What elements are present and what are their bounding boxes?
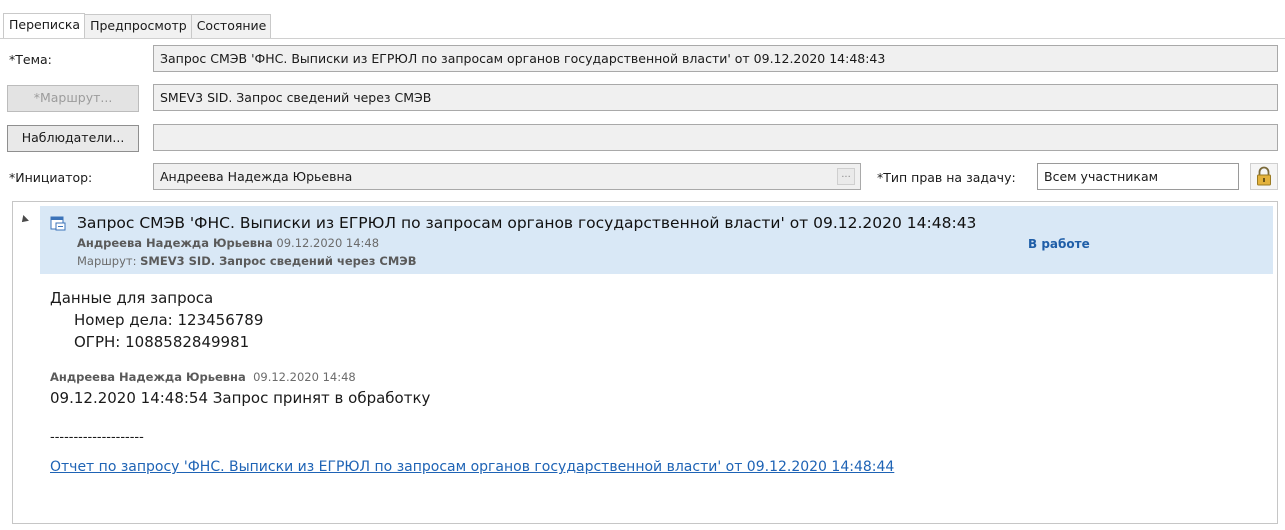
subject-field[interactable]: Запрос СМЭВ 'ФНС. Выписки из ЕГРЮЛ по за…: [153, 45, 1278, 72]
comment-separator: --------------------: [50, 430, 144, 445]
observers-button[interactable]: Наблюдатели...: [7, 125, 139, 152]
task-author-line: Андреева Надежда Юрьевна 09.12.2020 14:4…: [77, 236, 379, 250]
comment-text: 09.12.2020 14:48:54 Запрос принят в обра…: [50, 389, 431, 407]
report-link[interactable]: Отчет по запросу 'ФНС. Выписки из ЕГРЮЛ …: [50, 459, 894, 475]
tab-preview[interactable]: Предпросмотр: [84, 14, 192, 38]
tab-bar: Переписка Предпросмотр Состояние: [3, 13, 272, 39]
task-route-label: Маршрут:: [77, 254, 137, 268]
initiator-picker-button[interactable]: ...: [837, 168, 855, 185]
route-field[interactable]: SMEV3 SID. Запрос сведений через СМЭВ: [153, 84, 1278, 111]
lock-icon: [1257, 166, 1271, 186]
initiator-field[interactable]: Андреева Надежда Юрьевна ...: [153, 163, 861, 190]
task-author: Андреева Надежда Юрьевна: [77, 236, 273, 250]
task-date: 09.12.2020 14:48: [276, 236, 380, 250]
tab-correspondence[interactable]: Переписка: [3, 13, 86, 39]
task-window: Переписка Предпросмотр Состояние *Тема: …: [0, 0, 1285, 530]
rights-label: *Тип прав на задачу:: [877, 170, 1016, 185]
task-message-header[interactable]: Запрос СМЭВ 'ФНС. Выписки из ЕГРЮЛ по за…: [40, 206, 1273, 274]
subject-label: *Тема:: [9, 52, 52, 67]
observers-field[interactable]: [153, 124, 1278, 151]
request-case-number: Номер дела: 123456789: [74, 311, 264, 329]
comment-author-line: Андреева Надежда Юрьевна 09.12.2020 14:4…: [50, 370, 356, 384]
rights-field[interactable]: Всем участникам: [1037, 163, 1239, 190]
lock-button[interactable]: [1250, 163, 1278, 190]
tab-status[interactable]: Состояние: [190, 14, 272, 38]
task-route-value: SMEV3 SID. Запрос сведений через СМЭВ: [140, 254, 417, 268]
initiator-value: Андреева Надежда Юрьевна: [160, 169, 353, 184]
route-button[interactable]: *Маршрут...: [7, 85, 139, 112]
initiator-label: *Инициатор:: [9, 170, 93, 185]
tab-divider: [0, 38, 1285, 39]
task-route-line: Маршрут: SMEV3 SID. Запрос сведений чере…: [77, 254, 416, 268]
task-status-badge: В работе: [1028, 237, 1090, 251]
task-title: Запрос СМЭВ 'ФНС. Выписки из ЕГРЮЛ по за…: [77, 214, 977, 232]
conversation-panel: Запрос СМЭВ 'ФНС. Выписки из ЕГРЮЛ по за…: [12, 201, 1278, 524]
request-ogrn: ОГРН: 1088582849981: [74, 333, 250, 351]
comment-author: Андреева Надежда Юрьевна: [50, 370, 246, 384]
collapse-arrow-icon[interactable]: [19, 215, 29, 225]
request-data-heading: Данные для запроса: [50, 289, 214, 307]
task-icon: [50, 216, 66, 231]
comment-date: 09.12.2020 14:48: [253, 370, 356, 384]
